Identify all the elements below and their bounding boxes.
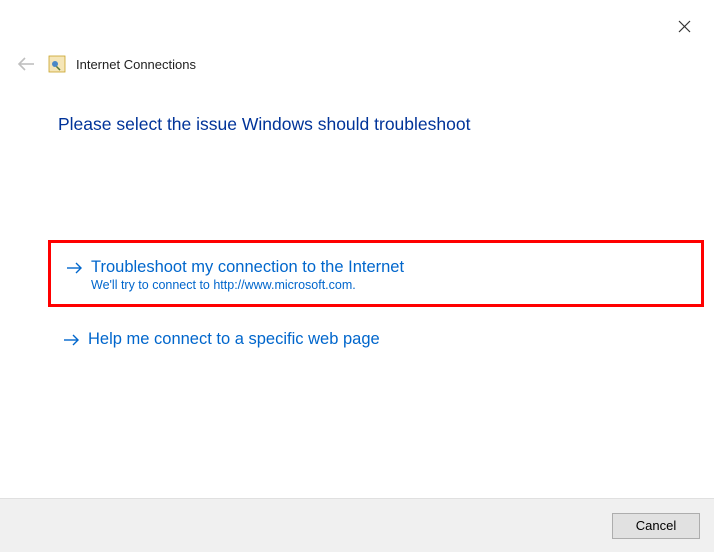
header-bar: Internet Connections xyxy=(14,52,196,76)
options-list: Troubleshoot my connection to the Intern… xyxy=(48,240,704,363)
option-content: Troubleshoot my connection to the Intern… xyxy=(91,257,404,292)
window-title: Internet Connections xyxy=(76,57,196,72)
option-subtitle: We'll try to connect to http://www.micro… xyxy=(91,278,404,292)
close-button[interactable] xyxy=(676,18,692,34)
option-title: Troubleshoot my connection to the Intern… xyxy=(91,257,404,278)
back-arrow-icon xyxy=(17,57,35,71)
option-title: Help me connect to a specific web page xyxy=(88,329,380,350)
option-specific-webpage[interactable]: Help me connect to a specific web page xyxy=(48,319,704,363)
back-button[interactable] xyxy=(14,52,38,76)
option-troubleshoot-internet[interactable]: Troubleshoot my connection to the Intern… xyxy=(48,240,704,307)
option-content: Help me connect to a specific web page xyxy=(88,329,380,350)
close-icon xyxy=(678,20,691,33)
cancel-button[interactable]: Cancel xyxy=(612,513,700,539)
arrow-right-icon xyxy=(64,333,80,351)
page-heading: Please select the issue Windows should t… xyxy=(58,114,470,135)
footer-bar: Cancel xyxy=(0,498,714,552)
arrow-right-icon xyxy=(67,261,83,279)
troubleshooter-icon xyxy=(48,55,66,73)
